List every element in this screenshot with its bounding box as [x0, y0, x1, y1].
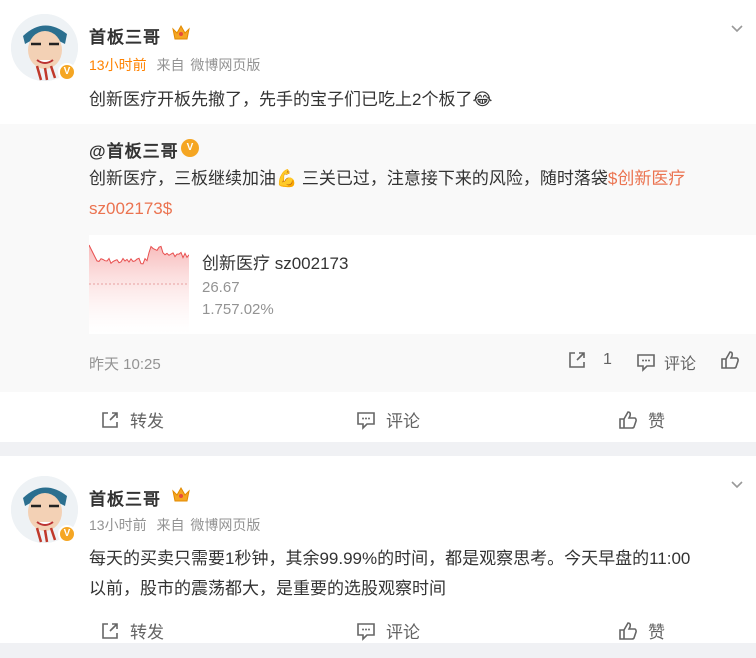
repost-label: 转发 — [130, 623, 164, 642]
source: 微博网页版 — [190, 57, 261, 73]
verified-badge-icon: V — [181, 139, 199, 157]
post-time[interactable]: 13小时前 — [89, 57, 147, 73]
source-prefix: 来自 — [156, 517, 185, 533]
source: 微博网页版 — [190, 517, 261, 533]
post-meta: 13小时前 来自 微博网页版 — [89, 55, 266, 75]
repost-button[interactable]: 转发 — [100, 407, 164, 432]
quoted-text: 创新医疗，三板继续加油💪 三关已过，注意接下来的风险，随时落袋$创新医疗 sz0… — [89, 164, 729, 224]
quoted-like-button[interactable] — [720, 350, 740, 370]
post-text: 每天的买卖只需要1秒钟，其余99.99%的时间，都是观察思考。今天早盘的11:0… — [89, 544, 690, 604]
action-bar: 转发 评论 赞 — [0, 393, 756, 443]
repost-icon — [567, 350, 587, 370]
comment-icon — [356, 410, 376, 430]
like-button[interactable]: 赞 — [618, 407, 665, 432]
stock-card[interactable]: 创新医疗 sz002173 26.67 1.757.02% — [89, 235, 756, 334]
quoted-date[interactable]: 昨天 10:25 — [89, 353, 161, 374]
weibo-post: V 首板三哥 13小时前 来自 微博网页版 每天的买卖只需要1秒钟，其余99.9… — [0, 456, 756, 643]
comment-label: 评论 — [386, 412, 420, 431]
quoted-repost-count: 1 — [603, 351, 612, 368]
author-name[interactable]: 首板三哥 — [89, 485, 161, 510]
stock-price: 26.67 — [202, 279, 240, 296]
quoted-comment-label: 评论 — [664, 356, 697, 373]
repost-icon — [100, 621, 120, 641]
like-button[interactable]: 赞 — [618, 618, 665, 643]
thumbs-up-icon — [618, 410, 638, 430]
comment-label: 评论 — [386, 623, 420, 642]
verified-badge-icon: V — [58, 63, 76, 81]
verified-badge-icon: V — [58, 525, 76, 543]
post-time[interactable]: 13小时前 — [89, 517, 147, 533]
quoted-author[interactable]: @首板三哥 — [89, 137, 179, 162]
action-bar: 转发 评论 赞 — [0, 608, 756, 658]
like-label: 赞 — [648, 412, 665, 431]
comment-button[interactable]: 评论 — [356, 407, 420, 432]
comment-icon — [636, 352, 656, 372]
quoted-comment-button[interactable]: 评论 — [636, 350, 696, 374]
stock-sparkline — [89, 244, 189, 334]
like-label: 赞 — [648, 623, 665, 642]
thumbs-up-icon — [720, 350, 740, 370]
comment-icon — [356, 621, 376, 641]
weibo-post: V 首板三哥 13小时前 来自 微博网页版 创新医疗开板先撤了，先手的宝子们已吃… — [0, 0, 756, 442]
thumbs-up-icon — [618, 621, 638, 641]
laugh-emoji-icon: 😂 — [472, 90, 493, 109]
chevron-down-icon[interactable] — [730, 478, 744, 492]
quoted-text-part1: 创新医疗，三板继续加油 — [89, 169, 276, 188]
post-text-line: 每天的买卖只需要1秒钟，其余99.99%的时间，都是观察思考。今天早盘的11:0… — [89, 549, 691, 568]
flex-emoji-icon: 💪 — [276, 169, 298, 188]
comment-button[interactable]: 评论 — [356, 618, 420, 643]
crown-icon — [171, 485, 191, 508]
post-meta: 13小时前 来自 微博网页版 — [89, 515, 266, 535]
repost-label: 转发 — [130, 412, 164, 431]
author-name[interactable]: 首板三哥 — [89, 23, 161, 48]
quoted-post[interactable]: @首板三哥 V 创新医疗，三板继续加油💪 三关已过，注意接下来的风险，随时落袋$… — [0, 124, 756, 392]
chevron-down-icon[interactable] — [730, 22, 744, 36]
stock-change: 1.757.02% — [202, 301, 274, 318]
post-text-line: 以前，股市的震荡都大，是重要的选股观察时间 — [89, 579, 446, 598]
crown-icon — [171, 23, 191, 46]
source-prefix: 来自 — [156, 57, 185, 73]
quoted-repost-button[interactable]: 1 — [567, 350, 612, 370]
repost-icon — [100, 410, 120, 430]
post-text-content: 创新医疗开板先撤了，先手的宝子们已吃上2个板了 — [89, 90, 473, 109]
stock-name[interactable]: 创新医疗 sz002173 — [202, 249, 348, 274]
post-text: 创新医疗开板先撤了，先手的宝子们已吃上2个板了😂 — [89, 85, 492, 115]
repost-button[interactable]: 转发 — [100, 618, 164, 643]
quoted-text-part2: 三关已过，注意接下来的风险，随时落袋 — [297, 169, 608, 188]
